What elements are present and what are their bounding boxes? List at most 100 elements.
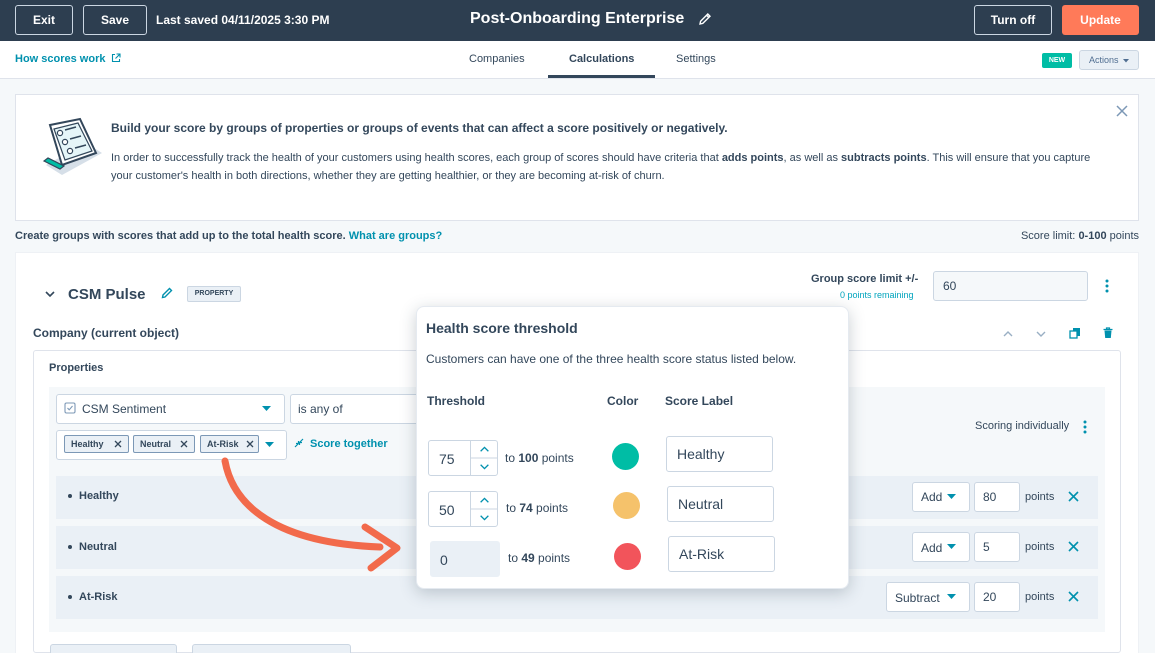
banner-title: Build your score by groups of properties… [111,121,728,135]
status-color-swatch[interactable] [613,492,640,519]
operation-value: Subtract [895,591,940,605]
caret-down-icon [262,406,271,411]
tab-calculations[interactable]: Calculations [569,53,634,65]
threshold-range-text: to 74 points [506,501,568,515]
chevron-up-icon[interactable] [1002,328,1014,340]
points-input[interactable] [974,582,1020,612]
range-suffix: points [534,551,571,565]
info-banner: Build your score by groups of properties… [15,94,1139,221]
popup-title: Health score threshold [426,320,578,336]
top-bar: Exit Save Last saved 04/11/2025 3:30 PM … [0,0,1155,41]
caret-down-icon [1123,59,1130,63]
close-icon[interactable] [1116,105,1128,117]
range-upper-value: 74 [519,501,533,515]
update-button[interactable]: Update [1062,5,1139,35]
group-more-options-icon[interactable] [1105,279,1109,293]
scoring-options-icon[interactable] [1083,420,1087,434]
copy-icon[interactable] [1069,327,1081,339]
chevron-down-icon[interactable] [44,290,56,298]
sub-navigation: How scores work Companies Calculations S… [0,41,1155,79]
status-color-swatch[interactable] [614,543,641,570]
properties-label: Properties [49,362,104,374]
threshold-stepper[interactable] [470,440,498,476]
threshold-range-text: to 100 points [505,451,574,465]
banner-body-bold: subtracts points [841,152,927,164]
tab-companies[interactable]: Companies [469,53,525,65]
operation-value: Add [921,490,943,504]
save-button[interactable]: Save [83,5,147,35]
status-color-swatch[interactable] [612,443,639,470]
caret-down-icon [947,544,956,549]
points-input[interactable] [974,482,1020,512]
last-saved-text: Last saved 04/11/2025 3:30 PM [156,13,330,27]
active-tab-indicator [548,75,655,78]
range-suffix: points [538,451,574,465]
delete-row-icon[interactable] [1068,491,1079,502]
score-limit-value: 0-100 [1078,230,1107,242]
range-prefix: to [508,551,522,565]
group-title: CSM Pulse [68,286,146,303]
score-label-input[interactable] [667,486,774,522]
range-suffix: points [532,501,569,515]
points-input[interactable] [974,532,1020,562]
row-bullet [68,595,72,599]
how-scores-work-label[interactable]: How scores work [15,53,105,65]
score-label-input[interactable] [666,436,773,472]
what-are-groups-link[interactable]: What are groups? [349,230,443,242]
remove-tag-icon[interactable] [180,440,188,448]
tab-settings[interactable]: Settings [676,53,716,65]
operation-value: Add [921,541,943,555]
add-rule-button[interactable] [192,644,351,653]
points-unit: points [1025,591,1055,603]
remove-tag-icon[interactable] [114,440,122,448]
object-label: Company (current object) [33,326,180,340]
group-score-limit-input[interactable] [933,271,1088,301]
group-score-limit-label: Group score limit +/- [811,273,919,285]
external-link-icon [111,53,121,63]
row-bullet [68,545,72,549]
row-label: At-Risk [79,591,118,603]
range-prefix: to [506,501,520,515]
groups-instruction-text: Create groups with scores that add up to… [15,230,346,242]
score-together-button[interactable]: Score together [310,438,388,450]
delete-row-icon[interactable] [1068,541,1079,552]
caret-down-icon [947,594,956,599]
threshold-stepper[interactable] [470,491,498,527]
caret-down-icon[interactable] [265,442,274,447]
row-bullet [68,494,72,498]
property-badge: PROPERTY [187,286,241,302]
delete-row-icon[interactable] [1068,591,1079,602]
groups-instruction: Create groups with scores that add up to… [15,230,442,242]
threshold-column-header: Threshold [427,394,486,408]
row-label: Neutral [79,541,117,553]
operator-select-value: is any of [298,402,343,416]
trash-icon[interactable] [1102,327,1114,339]
property-select-value: CSM Sentiment [82,402,167,416]
label-column-header: Score Label [665,394,734,408]
popup-description: Customers can have one of the three heal… [426,352,797,366]
points-unit: points [1025,541,1055,553]
actions-dropdown[interactable]: Actions [1079,50,1139,70]
threshold-range-text: to 49 points [508,551,570,565]
remove-tag-icon[interactable] [246,440,254,448]
banner-body-text: , as well as [783,152,842,164]
score-limit: Score limit: 0-100 points [1021,230,1139,242]
banner-body-bold: adds points [721,152,784,164]
scoring-individually-label: Scoring individually [975,420,1070,432]
merge-arrows-icon [294,438,304,448]
checklist-illustration-icon [42,117,102,175]
chevron-down-icon[interactable] [1035,328,1047,340]
banner-body: In order to successfully track the healt… [111,149,1091,185]
score-limit-unit: points [1109,230,1139,242]
turn-off-button[interactable]: Turn off [974,5,1052,35]
add-property-button[interactable] [50,644,177,653]
range-upper-value: 49 [521,551,535,565]
edit-group-pencil-icon[interactable] [160,286,174,300]
exit-button[interactable]: Exit [15,5,73,35]
page-title: Post-Onboarding Enterprise [470,10,685,27]
score-label-input[interactable] [668,536,775,572]
row-label: Healthy [79,490,119,502]
how-scores-work-link[interactable]: How scores work [15,53,121,65]
score-limit-label: Score limit: [1020,230,1076,242]
edit-title-pencil-icon[interactable] [697,11,713,27]
